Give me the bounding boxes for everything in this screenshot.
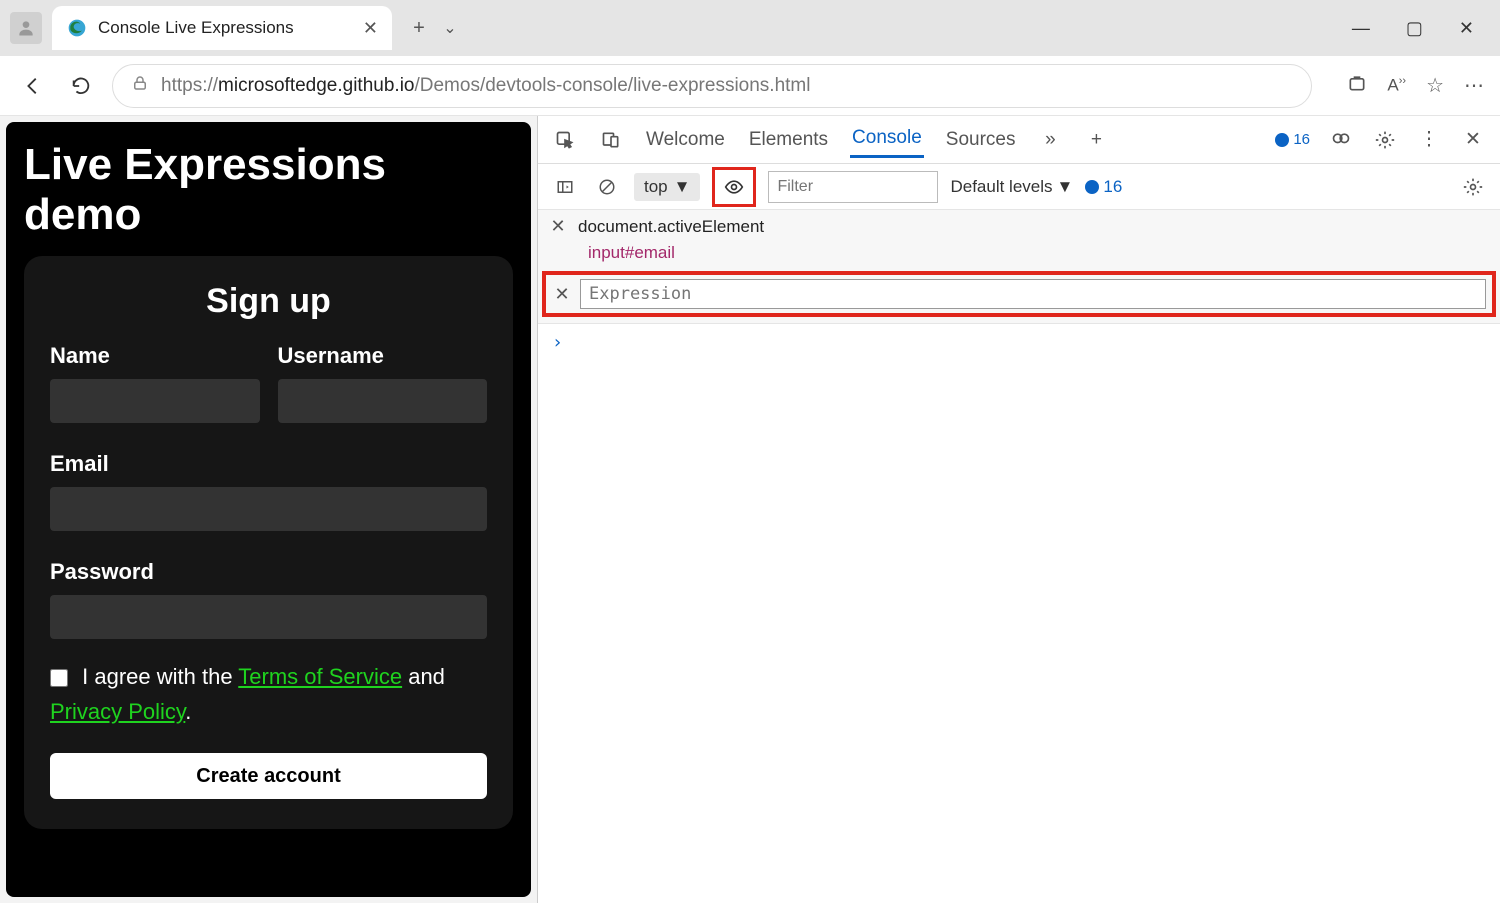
filter-input[interactable] bbox=[768, 171, 938, 203]
live-expression-1: ✕ document.activeElement bbox=[538, 210, 1500, 243]
expression-input[interactable] bbox=[580, 279, 1486, 309]
lock-icon bbox=[131, 74, 149, 98]
new-tab-button[interactable]: + bbox=[404, 13, 434, 43]
console-settings-icon[interactable] bbox=[1458, 172, 1488, 202]
agree-checkbox[interactable] bbox=[50, 669, 68, 687]
chevron-down-icon: ▼ bbox=[1057, 177, 1074, 197]
maximize-button[interactable]: ▢ bbox=[1406, 18, 1423, 39]
kebab-icon[interactable]: ⋮ bbox=[1416, 127, 1442, 153]
inspect-icon[interactable] bbox=[552, 127, 578, 153]
profile-icon[interactable] bbox=[10, 12, 42, 44]
live-expression-icon[interactable] bbox=[719, 172, 749, 202]
devtools-panel: Welcome Elements Console Sources » + 16 … bbox=[537, 116, 1500, 903]
email-input[interactable] bbox=[50, 487, 487, 531]
toolbar-issues[interactable]: 16 bbox=[1085, 177, 1122, 197]
sidebar-toggle-icon[interactable] bbox=[550, 172, 580, 202]
devtools-close-icon[interactable]: ✕ bbox=[1460, 127, 1486, 153]
chevron-down-icon: ▼ bbox=[674, 177, 691, 197]
console-prompt-icon: › bbox=[552, 332, 563, 353]
minimize-button[interactable]: ― bbox=[1352, 18, 1370, 39]
username-input[interactable] bbox=[278, 379, 488, 423]
live-expression-button-highlight bbox=[712, 167, 756, 207]
tab-elements[interactable]: Elements bbox=[747, 123, 830, 157]
console-toolbar: top ▼ Default levels ▼ 16 bbox=[538, 164, 1500, 210]
tab-title: Console Live Expressions bbox=[98, 18, 353, 38]
live-expression-section: ✕ document.activeElement input#email ✕ bbox=[538, 210, 1500, 324]
device-toggle-icon[interactable] bbox=[598, 127, 624, 153]
remove-expression-icon[interactable]: ✕ bbox=[552, 284, 572, 305]
tos-link[interactable]: Terms of Service bbox=[238, 664, 402, 689]
more-tabs-icon[interactable]: » bbox=[1037, 127, 1063, 153]
console-body[interactable]: › bbox=[538, 324, 1500, 361]
demo-page: Live Expressions demo Sign up Name Usern… bbox=[6, 122, 531, 897]
read-aloud-icon[interactable]: A›› bbox=[1387, 75, 1406, 96]
expression-result: input#email bbox=[548, 243, 675, 263]
refresh-button[interactable] bbox=[64, 69, 98, 103]
edge-favicon-icon bbox=[66, 17, 88, 39]
page-title: Live Expressions demo bbox=[24, 140, 513, 240]
app-icon[interactable] bbox=[1347, 73, 1367, 99]
tab-welcome[interactable]: Welcome bbox=[644, 123, 727, 157]
url-field[interactable]: https://microsoftedge.github.io/Demos/de… bbox=[112, 64, 1312, 108]
tab-console[interactable]: Console bbox=[850, 121, 924, 158]
tab-close-icon[interactable]: ✕ bbox=[363, 18, 378, 39]
add-tab-icon[interactable]: + bbox=[1083, 127, 1109, 153]
email-label: Email bbox=[50, 451, 487, 477]
privacy-link[interactable]: Privacy Policy bbox=[50, 699, 185, 724]
agree-text: I agree with the Terms of Service and Pr… bbox=[50, 659, 487, 729]
devtools-tabbar: Welcome Elements Console Sources » + 16 … bbox=[538, 116, 1500, 164]
menu-icon[interactable]: ⋯ bbox=[1464, 73, 1484, 98]
tab-overflow-icon[interactable]: ⌄ bbox=[440, 18, 460, 38]
browser-titlebar: Console Live Expressions ✕ + ⌄ ― ▢ ✕ bbox=[0, 0, 1500, 56]
window-controls: ― ▢ ✕ bbox=[1352, 18, 1500, 39]
card-title: Sign up bbox=[50, 282, 487, 321]
password-label: Password bbox=[50, 559, 487, 585]
back-button[interactable] bbox=[16, 69, 50, 103]
username-label: Username bbox=[278, 343, 488, 369]
favorite-icon[interactable]: ☆ bbox=[1426, 73, 1444, 98]
name-input[interactable] bbox=[50, 379, 260, 423]
signup-card: Sign up Name Username Email Password bbox=[24, 256, 513, 829]
clear-console-icon[interactable] bbox=[592, 172, 622, 202]
feedback-icon[interactable] bbox=[1328, 127, 1354, 153]
password-input[interactable] bbox=[50, 595, 487, 639]
log-levels-selector[interactable]: Default levels ▼ bbox=[950, 177, 1073, 197]
settings-icon[interactable] bbox=[1372, 127, 1398, 153]
browser-tab[interactable]: Console Live Expressions ✕ bbox=[52, 6, 392, 50]
issues-badge[interactable]: 16 bbox=[1275, 131, 1310, 148]
context-selector[interactable]: top ▼ bbox=[634, 173, 700, 201]
expression-text[interactable]: document.activeElement bbox=[578, 217, 764, 237]
tab-sources[interactable]: Sources bbox=[944, 123, 1018, 157]
remove-expression-icon[interactable]: ✕ bbox=[548, 216, 568, 237]
address-bar: https://microsoftedge.github.io/Demos/de… bbox=[0, 56, 1500, 116]
url-text: https://microsoftedge.github.io/Demos/de… bbox=[161, 75, 810, 97]
close-window-button[interactable]: ✕ bbox=[1459, 18, 1474, 39]
create-account-button[interactable]: Create account bbox=[50, 753, 487, 799]
new-expression-highlight: ✕ bbox=[542, 271, 1496, 317]
name-label: Name bbox=[50, 343, 260, 369]
